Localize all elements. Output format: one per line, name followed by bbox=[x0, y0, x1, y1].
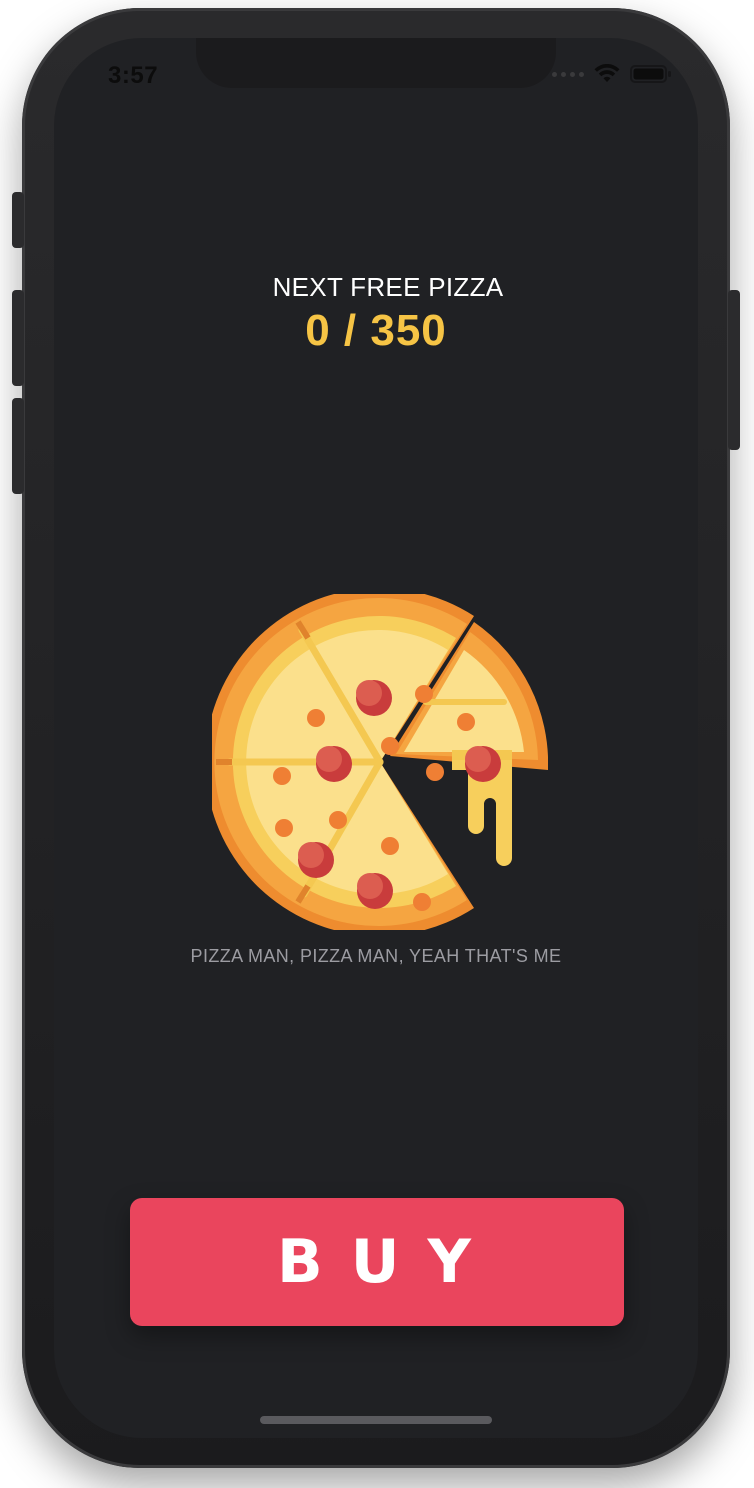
tagline: PIZZA MAN, PIZZA MAN, YEAH THAT'S ME bbox=[190, 946, 562, 966]
next-free-pizza-label: NEXT FREE PIZZA bbox=[272, 272, 504, 302]
cellular-signal-icon bbox=[552, 71, 584, 77]
status-time: 3:57 bbox=[108, 62, 159, 89]
mute-switch bbox=[12, 192, 24, 248]
home-indicator[interactable] bbox=[260, 1416, 492, 1424]
notch bbox=[196, 38, 556, 88]
buy-button[interactable]: BUY bbox=[130, 1198, 624, 1326]
volume-up-button bbox=[12, 290, 24, 386]
battery-icon bbox=[630, 65, 671, 83]
volume-down-button bbox=[12, 398, 24, 494]
app-screen: 3:57 NEXT FREE PIZZA 0 / 350 PIZZA MAN, … bbox=[54, 38, 698, 1438]
status-icons bbox=[552, 64, 672, 84]
power-button bbox=[728, 290, 740, 450]
pizza-icon bbox=[212, 594, 548, 930]
reward-progress: 0 / 350 bbox=[305, 306, 447, 355]
wifi-icon bbox=[594, 64, 620, 82]
